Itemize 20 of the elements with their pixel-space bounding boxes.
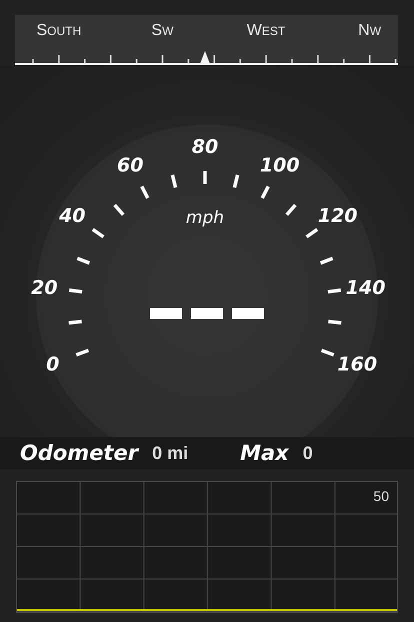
speed-scale-label: 100 (260, 154, 300, 176)
speed-scale-label: 20 (31, 276, 58, 299)
compass-heading: SW (151, 23, 174, 39)
max-speed-label: Max (240, 441, 289, 465)
compass-heading: WEST (246, 23, 286, 39)
odometer-value: 0 mi (152, 442, 188, 464)
speed-scale-label: 120 (318, 205, 358, 228)
speed-scale-label: 140 (346, 276, 386, 299)
heading-marker-icon (200, 51, 210, 64)
speed-scale-label: 60 (116, 154, 144, 176)
odometer-label: Odometer (20, 441, 138, 465)
speed-scale-label: 80 (192, 136, 218, 158)
speed-scale-label: 0 (46, 353, 60, 376)
graph-scale-label: 50 (373, 488, 389, 504)
speed-scale-label: 40 (59, 205, 86, 228)
max-speed-value: 0 (302, 442, 313, 464)
speed-scale-label: 160 (337, 353, 378, 376)
speed-unit-label: mph (186, 208, 224, 228)
compass-heading: NW (358, 23, 382, 39)
compass-heading: SOUTH (36, 23, 82, 39)
